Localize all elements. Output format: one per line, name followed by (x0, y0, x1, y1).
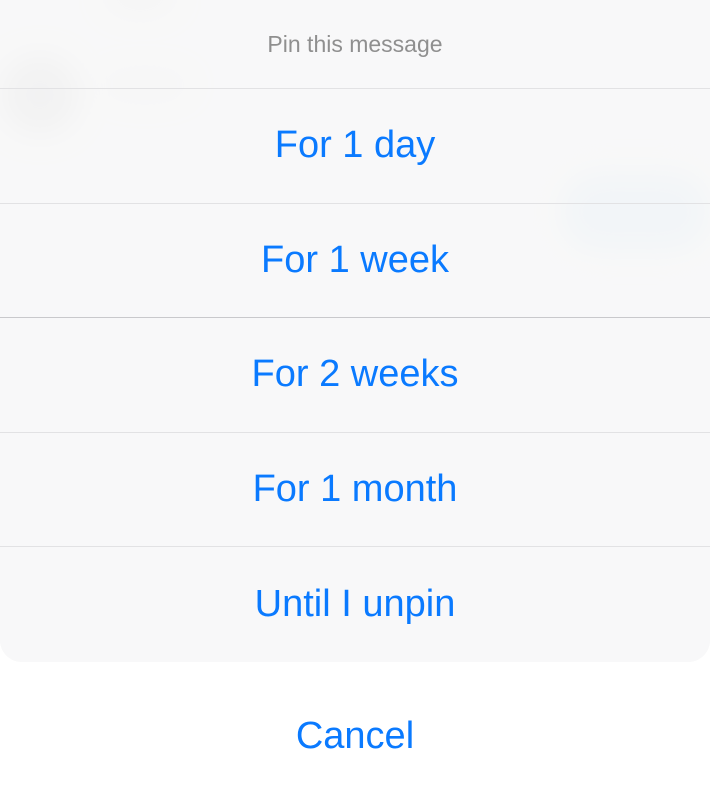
pin-option-1-month[interactable]: For 1 month (0, 433, 710, 548)
pin-option-1-day[interactable]: For 1 day (0, 89, 710, 204)
pin-option-until-unpin[interactable]: Until I unpin (0, 547, 710, 662)
pin-option-1-week[interactable]: For 1 week (0, 204, 710, 319)
pin-option-2-weeks[interactable]: For 2 weeks (0, 318, 710, 433)
pin-action-sheet: Pin this message For 1 day For 1 week Fo… (0, 0, 710, 662)
cancel-button[interactable]: Cancel (0, 680, 710, 793)
screen: Pin this message For 1 day For 1 week Fo… (0, 0, 710, 793)
action-sheet-title: Pin this message (0, 0, 710, 89)
